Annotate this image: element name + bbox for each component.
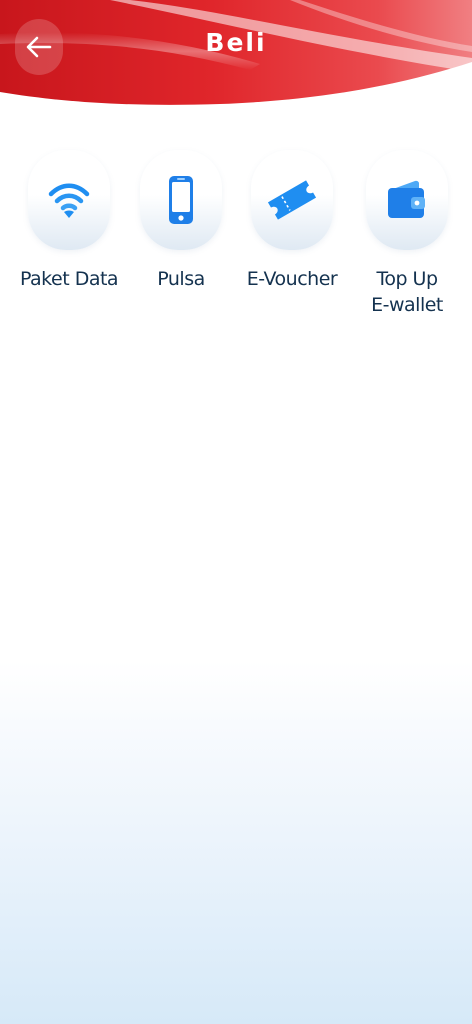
menu-item-e-voucher[interactable]: E-Voucher xyxy=(237,150,347,292)
menu-label: Pulsa xyxy=(157,268,205,290)
menu-label: Paket Data xyxy=(19,268,119,290)
menu-icon-tile xyxy=(28,150,110,250)
product-menu: Paket Data Pulsa E-Voucher Top Up E-wall… xyxy=(0,150,472,330)
menu-item-paket-data[interactable]: Paket Data xyxy=(14,150,124,292)
menu-icon-tile xyxy=(366,150,448,250)
ticket-icon xyxy=(267,180,317,220)
page-title: Beli xyxy=(205,28,267,57)
menu-item-top-up-e-wallet[interactable]: Top Up E-wallet xyxy=(352,150,462,318)
menu-label: Top Up E-wallet xyxy=(371,268,443,316)
menu-icon-tile xyxy=(251,150,333,250)
wallet-icon xyxy=(388,180,425,218)
smartphone-icon xyxy=(169,176,193,224)
wifi-icon xyxy=(48,183,90,218)
menu-label: E-Voucher xyxy=(246,268,338,290)
menu-item-pulsa[interactable]: Pulsa xyxy=(126,150,236,292)
menu-icon-tile xyxy=(140,150,222,250)
header: Beli xyxy=(0,0,472,110)
